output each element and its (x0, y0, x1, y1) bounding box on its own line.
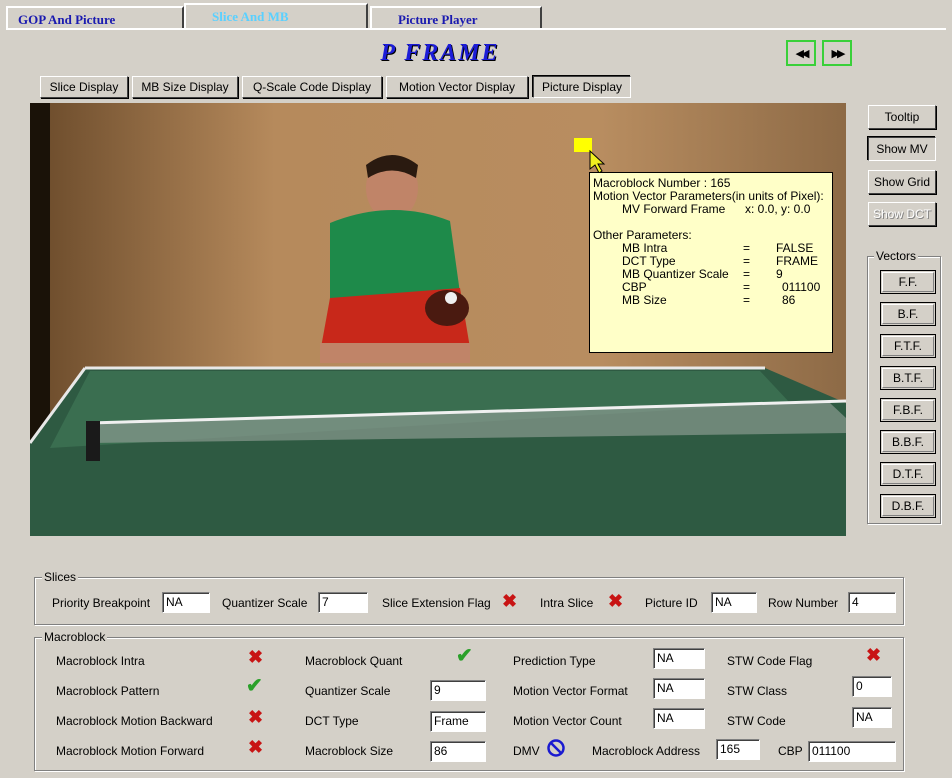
rewind-button[interactable]: ◀◀ (786, 40, 816, 66)
q-scale-code-display-button[interactable]: Q-Scale Code Display (242, 76, 382, 98)
intra-slice-label: Intra Slice (540, 596, 594, 610)
vector-fbf-button[interactable]: F.B.F. (880, 398, 936, 422)
vector-bf-button[interactable]: B.F. (880, 302, 936, 326)
tooltip-button[interactable]: Tooltip (868, 105, 936, 129)
macroblock-motion-forward-cross-icon: ✖ (248, 737, 264, 757)
tab-slice-and-mb[interactable]: Slice And MB (184, 3, 368, 29)
fast-forward-button[interactable]: ▶▶ (822, 40, 852, 66)
picture-id-field[interactable]: NA (711, 592, 757, 613)
tab-gop-and-picture[interactable]: GOP And Picture (6, 6, 184, 28)
vector-dbf-button[interactable]: D.B.F. (880, 494, 936, 518)
macroblock-size-field[interactable]: 86 (430, 741, 486, 762)
stw-code-flag-label: STW Code Flag (727, 654, 813, 668)
slice-extension-flag-label: Slice Extension Flag (382, 596, 491, 610)
mb-quantizer-scale-label: Quantizer Scale (305, 684, 391, 698)
vector-ftf-button[interactable]: F.T.F. (880, 334, 936, 358)
dmv-label: DMV (513, 744, 540, 758)
tooltip-mv-forward-row: MV Forward Frame x: 0.0, y: 0.0 (593, 203, 829, 216)
stw-code-flag-cross-icon: ✖ (866, 645, 882, 665)
tooltip-param-name: MB Size (622, 293, 667, 307)
cbp-field[interactable]: 011100 (808, 741, 896, 762)
stw-code-label: STW Code (727, 714, 786, 728)
stw-class-label: STW Class (727, 684, 787, 698)
macroblock-quant-label: Macroblock Quant (305, 654, 403, 668)
macroblock-motion-backward-cross-icon: ✖ (248, 707, 264, 727)
stw-class-field[interactable]: 0 (852, 676, 892, 697)
frame-type-title: P FRAME (380, 40, 500, 66)
motion-vector-display-button[interactable]: Motion Vector Display (386, 76, 528, 98)
macroblock-group-title: Macroblock (42, 630, 108, 644)
vector-ff-button[interactable]: F.F. (880, 270, 936, 294)
tab-picture-player[interactable]: Picture Player (370, 6, 542, 28)
cbp-label: CBP (778, 744, 803, 758)
macroblock-intra-cross-icon: ✖ (248, 647, 264, 667)
dmv-prohibited-icon (547, 739, 565, 757)
slice-extension-flag-cross-icon: ✖ (502, 591, 518, 611)
motion-vector-count-field[interactable]: NA (653, 708, 705, 729)
vectors-group-title: Vectors (874, 249, 919, 263)
tooltip-param-value: 86 (782, 293, 796, 307)
fast-forward-icon: ▶▶ (831, 47, 846, 60)
motion-vector-count-label: Motion Vector Count (513, 714, 622, 728)
dct-type-label: DCT Type (305, 714, 359, 728)
intra-slice-cross-icon: ✖ (608, 591, 624, 611)
motion-vector-format-field[interactable]: NA (653, 678, 705, 699)
vector-btf-button[interactable]: B.T.F. (880, 366, 936, 390)
stw-code-field[interactable]: NA (852, 707, 892, 728)
picture-display-button[interactable]: Picture Display (533, 76, 631, 98)
row-number-field[interactable]: 4 (848, 592, 896, 613)
slice-display-button[interactable]: Slice Display (40, 76, 128, 98)
macroblock-pattern-label: Macroblock Pattern (56, 684, 160, 698)
vector-bbf-button[interactable]: B.B.F. (880, 430, 936, 454)
macroblock-address-label: Macroblock Address (592, 744, 701, 758)
macroblock-address-field[interactable]: 165 (716, 739, 760, 760)
prediction-type-label: Prediction Type (513, 654, 596, 668)
mb-quantizer-scale-field[interactable]: 9 (430, 680, 486, 701)
macroblock-pattern-check-icon: ✔ (246, 675, 263, 697)
priority-breakpoint-field[interactable]: NA (162, 592, 210, 613)
picture-display-area[interactable]: Macroblock Number : 165 Motion Vector Pa… (30, 103, 846, 536)
show-grid-button[interactable]: Show Grid (868, 170, 936, 194)
vector-dtf-button[interactable]: D.T.F. (880, 462, 936, 486)
slice-quantizer-scale-field[interactable]: 7 (318, 592, 368, 613)
rewind-icon: ◀◀ (795, 47, 810, 60)
dct-type-field[interactable]: Frame (430, 711, 486, 732)
tooltip-param-row: MB Size = 86 (593, 294, 829, 307)
row-number-label: Row Number (768, 596, 839, 610)
macroblock-motion-backward-label: Macroblock Motion Backward (56, 714, 213, 728)
macroblock-intra-label: Macroblock Intra (56, 654, 145, 668)
prediction-type-field[interactable]: NA (653, 648, 705, 669)
mb-size-display-button[interactable]: MB Size Display (132, 76, 238, 98)
show-dct-button[interactable]: Show DCT (868, 202, 936, 226)
picture-id-label: Picture ID (645, 596, 698, 610)
tooltip-mv-forward-value: x: 0.0, y: 0.0 (745, 202, 811, 216)
slice-quantizer-scale-label: Quantizer Scale (222, 596, 308, 610)
slices-group-title: Slices (42, 570, 79, 584)
macroblock-size-label: Macroblock Size (305, 744, 394, 758)
macroblock-quant-check-icon: ✔ (456, 645, 473, 667)
tooltip-mv-forward-label: MV Forward Frame (622, 202, 726, 216)
motion-vector-format-label: Motion Vector Format (513, 684, 628, 698)
macroblock-motion-forward-label: Macroblock Motion Forward (56, 744, 205, 758)
priority-breakpoint-label: Priority Breakpoint (52, 596, 151, 610)
tab-divider (6, 28, 946, 30)
tooltip-param-eq: = (743, 293, 751, 307)
macroblock-tooltip: Macroblock Number : 165 Motion Vector Pa… (589, 172, 833, 353)
show-mv-button[interactable]: Show MV (868, 137, 936, 161)
